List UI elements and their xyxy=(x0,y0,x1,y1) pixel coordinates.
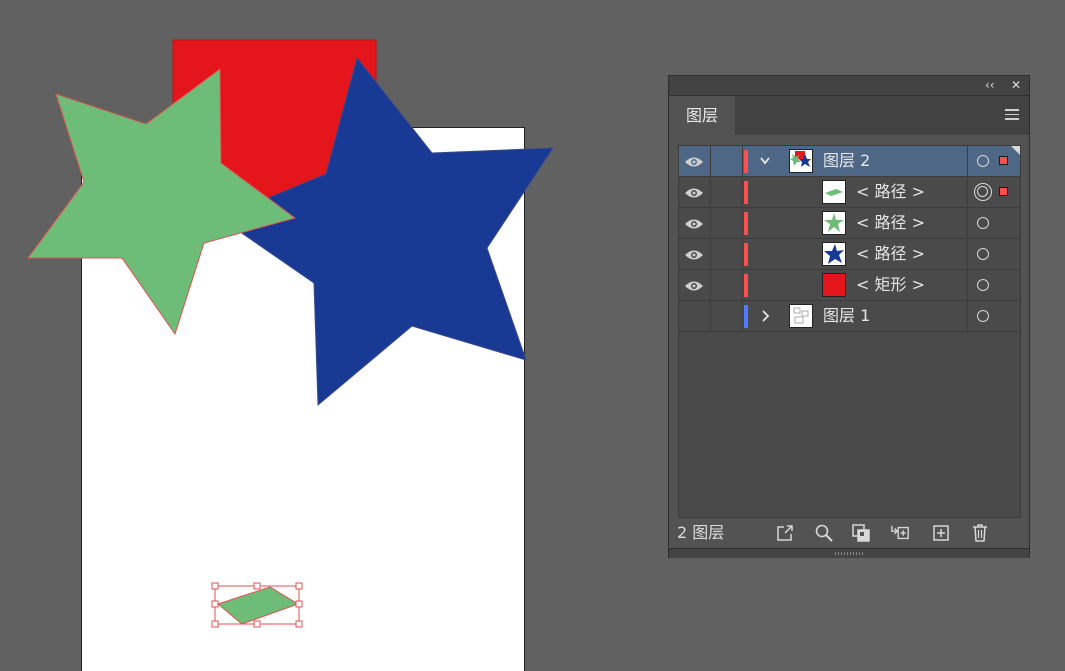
selected-parallelogram[interactable] xyxy=(211,582,303,628)
panel-resize-grip[interactable] xyxy=(669,548,1029,558)
layer-row-path-parallelogram[interactable]: < 路径 > xyxy=(679,177,1020,208)
layer-color-bar xyxy=(744,181,748,204)
target-icon[interactable] xyxy=(977,279,989,291)
panel-footer: 2 图层 xyxy=(669,519,1029,547)
layer-color-bar xyxy=(744,305,748,328)
layer-thumbnail xyxy=(822,180,846,204)
locate-icon[interactable] xyxy=(814,523,834,543)
target-icon[interactable] xyxy=(977,155,989,167)
layer-thumbnail xyxy=(822,211,846,235)
layer-row-rectangle[interactable]: < 矩形 > xyxy=(679,270,1020,301)
layer-thumbnail xyxy=(822,273,846,297)
layers-panel: ‹‹ ✕ 图层 图层 2 < 路径 > < 路径 > < 路径 > < 矩形 >… xyxy=(668,75,1030,558)
new-layer-icon[interactable] xyxy=(931,523,951,543)
target-icon[interactable] xyxy=(977,248,989,260)
target-icon[interactable] xyxy=(974,183,992,201)
selection-indicator[interactable] xyxy=(999,187,1008,196)
target-icon[interactable] xyxy=(977,310,989,322)
layer-list[interactable]: 图层 2 < 路径 > < 路径 > < 路径 > < 矩形 > 图层 1 xyxy=(678,145,1021,518)
eye-icon[interactable] xyxy=(684,156,704,168)
layer-color-bar xyxy=(744,274,748,297)
chevron-right-icon[interactable] xyxy=(759,308,771,324)
tab-layers[interactable]: 图层 xyxy=(669,96,735,135)
layer-thumbnail xyxy=(822,242,846,266)
panel-menu-icon[interactable] xyxy=(1005,109,1019,121)
layer-color-bar xyxy=(744,212,748,235)
layer-name[interactable]: < 路径 > xyxy=(856,244,925,264)
layer-row-layer-2[interactable]: 图层 2 xyxy=(679,146,1020,177)
panel-tab-bar: 图层 xyxy=(669,96,1029,135)
layer-color-bar xyxy=(744,150,748,173)
layer-row-layer-1[interactable]: 图层 1 xyxy=(679,301,1020,332)
target-icon[interactable] xyxy=(977,217,989,229)
close-panel-icon[interactable]: ✕ xyxy=(1011,78,1021,92)
trash-icon[interactable] xyxy=(970,523,990,543)
layer-count: 2 图层 xyxy=(677,523,725,542)
collapse-panel-icon[interactable]: ‹‹ xyxy=(985,78,995,92)
layer-thumbnail xyxy=(789,304,813,328)
layer-thumbnail xyxy=(789,149,813,173)
layer-name[interactable]: < 路径 > xyxy=(856,182,925,202)
clipping-mask-icon[interactable] xyxy=(851,523,871,543)
eye-icon[interactable] xyxy=(684,187,704,199)
eye-icon[interactable] xyxy=(684,280,704,292)
layer-name[interactable]: 图层 1 xyxy=(823,306,870,326)
export-icon[interactable] xyxy=(775,523,795,543)
selection-corner-indicator xyxy=(1011,146,1020,155)
layer-color-bar xyxy=(744,243,748,266)
layer-row-path-blue-star[interactable]: < 路径 > xyxy=(679,239,1020,270)
layer-name[interactable]: 图层 2 xyxy=(823,151,870,171)
parallelogram-shape[interactable] xyxy=(216,586,300,625)
chevron-down-icon[interactable] xyxy=(759,153,771,169)
panel-title-bar[interactable]: ‹‹ ✕ xyxy=(669,76,1029,96)
eye-icon[interactable] xyxy=(684,218,704,230)
eye-icon[interactable] xyxy=(684,249,704,261)
selection-indicator[interactable] xyxy=(999,156,1008,165)
layer-name[interactable]: < 路径 > xyxy=(856,213,925,233)
new-sublayer-icon[interactable] xyxy=(890,523,910,543)
layer-name[interactable]: < 矩形 > xyxy=(856,275,925,295)
layer-row-path-green-star[interactable]: < 路径 > xyxy=(679,208,1020,239)
